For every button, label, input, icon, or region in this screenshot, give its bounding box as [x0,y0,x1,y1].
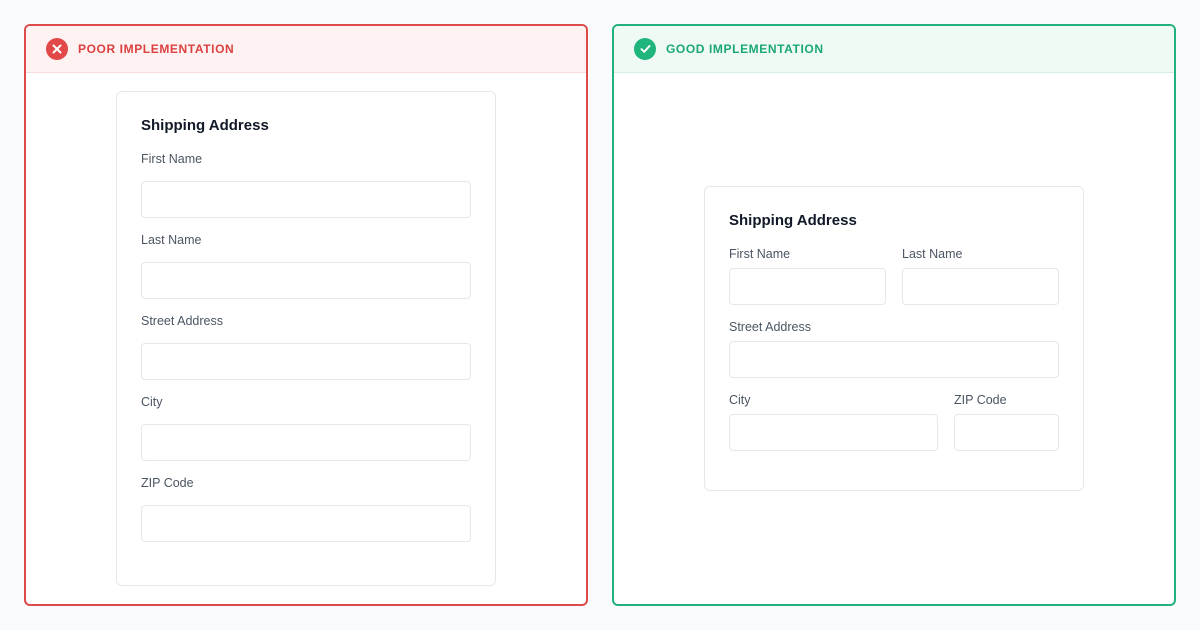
shipping-address-form-stacked: Shipping Address First Name Last Name St… [116,91,496,586]
street-address-field-group: Street Address [141,314,471,380]
city-input[interactable] [729,414,938,451]
shipping-address-form-grouped: Shipping Address First Name Last Name St… [704,186,1084,491]
good-panel-title: GOOD IMPLEMENTATION [666,42,824,56]
first-name-label: First Name [141,152,203,166]
last-name-input[interactable] [141,262,471,299]
poor-panel-header: POOR IMPLEMENTATION [26,26,586,73]
street-address-field-group: Street Address [729,320,1059,378]
last-name-label: Last Name [902,247,963,261]
city-field-group: City [729,393,938,451]
street-address-label: Street Address [141,314,223,328]
city-input[interactable] [141,424,471,461]
good-panel-header: GOOD IMPLEMENTATION [614,26,1174,73]
last-name-input[interactable] [902,268,1059,305]
name-row: First Name Last Name [729,247,1059,305]
street-address-input[interactable] [729,341,1059,378]
zip-code-input[interactable] [954,414,1059,451]
city-field-group: City [141,395,471,461]
last-name-field-group: Last Name [902,247,1059,305]
first-name-field-group: First Name [141,152,471,218]
first-name-field-group: First Name [729,247,886,305]
x-circle-icon [46,38,68,60]
first-name-label: First Name [729,247,791,261]
check-circle-icon [634,38,656,60]
zip-code-label: ZIP Code [954,393,1007,407]
zip-code-label: ZIP Code [141,476,194,490]
first-name-input[interactable] [729,268,886,305]
street-address-label: Street Address [729,320,811,334]
poor-panel-title: POOR IMPLEMENTATION [78,42,235,56]
form-title: Shipping Address [729,212,857,229]
city-label: City [729,393,751,407]
street-address-input[interactable] [141,343,471,380]
zip-code-field-group: ZIP Code [141,476,471,542]
form-title: Shipping Address [141,117,269,134]
city-label: City [141,395,163,409]
good-implementation-panel: GOOD IMPLEMENTATION Shipping Address Fir… [612,24,1176,606]
last-name-label: Last Name [141,233,202,247]
city-zip-row: City ZIP Code [729,393,1059,451]
zip-code-field-group: ZIP Code [954,393,1059,451]
first-name-input[interactable] [141,181,471,218]
street-row: Street Address [729,320,1059,378]
poor-implementation-panel: POOR IMPLEMENTATION Shipping Address Fir… [24,24,588,606]
last-name-field-group: Last Name [141,233,471,299]
zip-code-input[interactable] [141,505,471,542]
